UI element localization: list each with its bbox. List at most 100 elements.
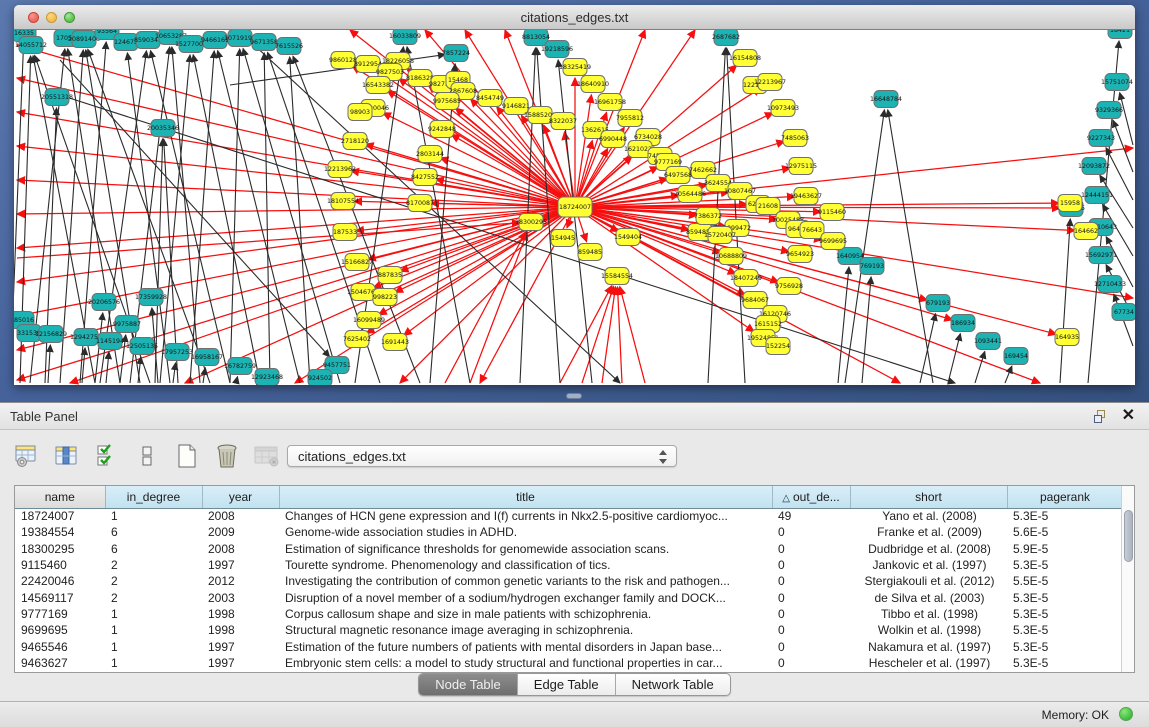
graph-node[interactable]: 12444151 <box>1081 187 1113 204</box>
graph-node[interactable]: 14055712 <box>15 37 47 54</box>
graph-node[interactable]: 17359928 <box>135 289 167 306</box>
column-header-name[interactable]: name <box>15 486 105 508</box>
graph-node[interactable]: 16154808 <box>729 50 761 67</box>
graph-node[interactable]: 20035346 <box>147 120 179 137</box>
graph-node[interactable]: 16033809 <box>389 30 421 45</box>
tab-network-table[interactable]: Network Table <box>616 674 730 695</box>
graph-node[interactable]: 12093872 <box>1078 158 1110 175</box>
table-row[interactable]: 1938455462009Genome-wide association stu… <box>15 524 1123 540</box>
table-row[interactable]: 1830029562008Estimation of significance … <box>15 541 1123 557</box>
graph-node[interactable]: 859485 <box>578 244 602 261</box>
graph-node[interactable]: 19463627 <box>790 188 822 205</box>
graph-node[interactable]: 10688809 <box>715 248 747 265</box>
graph-node[interactable]: 76643 <box>800 222 824 239</box>
graph-node[interactable]: 98903 <box>348 104 372 121</box>
graph-node[interactable]: 15958 <box>1058 195 1082 212</box>
graph-node[interactable]: 7386372 <box>694 208 722 225</box>
graph-node[interactable]: 15584554 <box>601 268 633 285</box>
graph-node[interactable]: 924502 <box>308 370 332 386</box>
graph-node[interactable]: 187533 <box>333 224 357 241</box>
graph-node[interactable]: 9115460 <box>818 204 846 221</box>
select-rows-icon[interactable] <box>92 441 122 471</box>
graph-node[interactable]: 18300295 <box>515 214 547 231</box>
graph-node[interactable]: 1145194 <box>96 333 124 350</box>
table-settings-icon[interactable] <box>12 441 42 471</box>
graph-node[interactable]: 15751074 <box>1101 74 1133 91</box>
graph-node[interactable]: 8427552 <box>411 169 439 186</box>
graph-node[interactable]: 7485063 <box>781 130 809 147</box>
graph-node[interactable]: 12975115 <box>785 158 817 175</box>
graph-node[interactable]: 7615526 <box>275 38 303 55</box>
citation-network-graph[interactable]: 1633514055712170592089140693564124672859… <box>14 30 1135 385</box>
graph-node[interactable]: 9671358 <box>250 34 278 51</box>
select-columns-icon[interactable] <box>52 441 82 471</box>
graph-node[interactable]: 18421 <box>1108 30 1132 39</box>
graph-node[interactable]: 12505135 <box>126 338 158 355</box>
graph-node[interactable]: 7625402 <box>343 331 371 348</box>
graph-node[interactable]: 21608 <box>756 198 780 215</box>
graph-node[interactable]: 9654923 <box>786 246 814 263</box>
graph-node[interactable]: 12213967 <box>754 74 786 91</box>
column-header-in-degree[interactable]: in_degree <box>105 486 202 508</box>
graph-node[interactable]: 10973493 <box>767 100 799 117</box>
tab-node-table[interactable]: Node Table <box>419 674 518 695</box>
graph-node[interactable]: 8454749 <box>476 90 504 107</box>
graph-node[interactable]: 154945 <box>551 230 575 247</box>
graph-node[interactable]: 17957253 <box>161 344 193 361</box>
graph-node[interactable]: 67734 <box>1112 304 1135 321</box>
graph-node[interactable]: 16961758 <box>594 94 626 111</box>
graph-node[interactable]: 9699695 <box>819 233 847 250</box>
column-header-short[interactable]: short <box>850 486 1007 508</box>
create-table-icon[interactable] <box>172 441 202 471</box>
graph-node[interactable]: 9975685 <box>433 93 461 110</box>
graph-node[interactable]: 2803144 <box>416 146 444 163</box>
network-window-titlebar[interactable]: citations_edges.txt <box>14 5 1135 30</box>
graph-node[interactable]: 9684067 <box>741 292 769 309</box>
graph-node[interactable]: 8170087 <box>406 195 434 212</box>
graph-node[interactable]: 19218596 <box>541 41 573 58</box>
column-header-pagerank[interactable]: pagerank <box>1007 486 1123 508</box>
graph-node[interactable]: 152254 <box>766 338 790 355</box>
graph-node[interactable]: 18407249 <box>730 270 762 287</box>
table-row[interactable]: 977716911998Corpus callosum shape and si… <box>15 606 1123 622</box>
graph-node[interactable]: 8322037 <box>549 113 577 130</box>
graph-node[interactable]: 9227343 <box>1087 130 1115 147</box>
graph-node[interactable]: 16782759 <box>224 358 256 375</box>
graph-node[interactable]: 679193 <box>926 295 950 312</box>
scrollbar-thumb[interactable] <box>1124 510 1133 562</box>
graph-node[interactable]: 12213962 <box>324 161 356 178</box>
row-height-icon[interactable] <box>132 441 162 471</box>
graph-node[interactable]: 20206576 <box>88 294 120 311</box>
graph-node[interactable]: 1691443 <box>381 334 409 351</box>
graph-node[interactable]: 15720407 <box>704 227 736 244</box>
graph-node[interactable]: 2687682 <box>712 30 740 46</box>
graph-node[interactable]: 164935 <box>1055 329 1079 346</box>
graph-node[interactable]: 12923468 <box>251 369 283 386</box>
graph-node[interactable]: 6990448 <box>599 131 627 148</box>
table-row[interactable]: 946362711997Embryonic stem cells: a mode… <box>15 655 1123 671</box>
panel-splitter-handle[interactable] <box>566 393 582 399</box>
graph-node[interactable]: 169454 <box>1004 348 1028 365</box>
graph-node[interactable]: 1093441 <box>974 333 1002 350</box>
close-panel-icon[interactable]: ✕ <box>1122 407 1135 425</box>
graph-node[interactable]: 18724007 <box>558 197 592 217</box>
graph-node[interactable]: 15166827 <box>341 254 373 271</box>
graph-node[interactable]: 887835 <box>378 267 402 284</box>
graph-node[interactable]: 18640910 <box>577 76 609 93</box>
table-row[interactable]: 911546021997Tourette syndrome. Phenomeno… <box>15 557 1123 573</box>
column-header-title[interactable]: title <box>279 486 772 508</box>
graph-node[interactable]: 2718120 <box>341 133 369 150</box>
graph-node[interactable]: 16958167 <box>191 349 223 366</box>
graph-node[interactable]: 7857224 <box>442 45 470 62</box>
graph-node[interactable]: 16648784 <box>870 91 902 108</box>
table-row[interactable]: 1456911722003Disruption of a novel membe… <box>15 589 1123 605</box>
column-header-year[interactable]: year <box>202 486 279 508</box>
graph-node[interactable]: 9242848 <box>428 121 456 138</box>
graph-node[interactable]: 7955812 <box>616 110 644 127</box>
graph-node[interactable]: 18107554 <box>327 193 359 210</box>
graph-node[interactable]: 769193 <box>860 258 884 275</box>
graph-node[interactable]: 12710433 <box>1094 276 1126 293</box>
table-row[interactable]: 969969511998Structural magnetic resonanc… <box>15 622 1123 638</box>
table-vertical-scrollbar[interactable] <box>1121 486 1134 673</box>
graph-node[interactable]: 9860128 <box>329 52 357 69</box>
